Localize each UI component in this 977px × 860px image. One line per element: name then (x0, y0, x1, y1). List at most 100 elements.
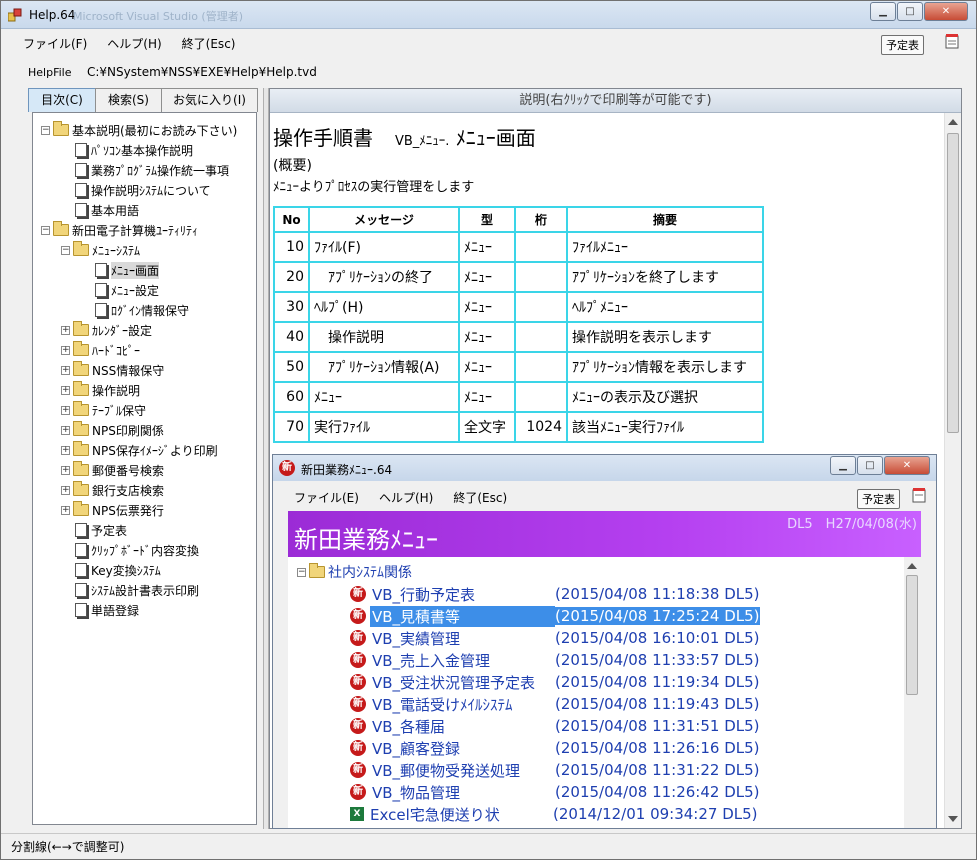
menu-help[interactable]: ヘルプ(H) (107, 35, 161, 52)
collapse-icon[interactable]: − (41, 225, 50, 235)
group-node[interactable]: − 社内ｼｽﾃﾑ関係 (297, 562, 412, 582)
tree-item[interactable]: + ﾊｰﾄﾞｺﾋﾟｰ (61, 341, 140, 359)
expand-icon[interactable]: + (61, 345, 70, 355)
expand-icon[interactable]: + (61, 465, 70, 475)
menu-list-item[interactable]: 新 VB_実績管理 (2015/04/08 16:10:01 DL5) (350, 628, 760, 648)
tree-item[interactable]: ﾛｸﾞｲﾝ情報保守 (95, 301, 189, 319)
tree-item[interactable]: ｼｽﾃﾑ設計書表示印刷 (75, 581, 199, 599)
menu-list-item[interactable]: 新 VB_見積書等 (2015/04/08 17:25:24 DL5) (350, 605, 760, 627)
expand-icon[interactable]: + (61, 325, 70, 335)
tree-item-label: 単語登録 (91, 603, 140, 618)
folder-icon (73, 381, 89, 396)
maximize-icon: □ (905, 6, 915, 17)
tree-item[interactable]: + 銀行支店検索 (61, 481, 164, 499)
menu-list-item[interactable]: 新 VB_各種届 (2015/04/08 11:31:51 DL5) (350, 716, 760, 736)
spec-row: 30 ﾍﾙﾌﾟ(H) ﾒﾆｭｰ ﾍﾙﾌﾟﾒﾆｭｰ (273, 291, 764, 323)
tree-item[interactable]: + NSS情報保守 (61, 361, 164, 379)
tree-item[interactable]: ﾊﾟｿｺﾝ基本操作説明 (75, 141, 193, 159)
scroll-up-icon[interactable] (907, 563, 917, 569)
menu-app-close-button[interactable]: ✕ (884, 456, 930, 475)
menu-list-scrollbar[interactable] (904, 557, 921, 828)
menu-file[interactable]: ファイル(F) (23, 35, 87, 52)
doc-title: 操作手順書 VB_ﾒﾆｭｰ. ﾒﾆｭｰ画面 (273, 122, 536, 151)
tree-item[interactable]: + ｶﾚﾝﾀﾞｰ設定 (61, 321, 152, 339)
document-icon (75, 523, 87, 537)
menu-list-item[interactable]: 新 VB_売上入金管理 (2015/04/08 11:33:57 DL5) (350, 650, 760, 670)
collapse-icon[interactable]: − (61, 245, 70, 255)
menu-app-file[interactable]: ファイル(E) (294, 489, 359, 506)
menu-app-maximize-button[interactable]: □ (857, 456, 883, 475)
menu-list-item[interactable]: 新 VB_顧客登録 (2015/04/08 11:26:16 DL5) (350, 738, 760, 758)
minimize-button[interactable]: ▁ (870, 2, 896, 21)
menu-list-scroll-thumb[interactable] (906, 575, 918, 695)
menu-app-schedule-button[interactable]: 予定表 (857, 489, 900, 509)
tab-favorites[interactable]: お気に入り(I) (161, 88, 258, 112)
expand-icon[interactable]: + (61, 485, 70, 495)
tree-item[interactable]: 単語登録 (75, 601, 139, 619)
menu-app-minimize-button[interactable]: ▁ (830, 456, 856, 475)
tree-item[interactable]: Key変換ｼｽﾃﾑ (75, 561, 161, 579)
tree-item[interactable]: + NPS保存ｲﾒｰｼﾞより印刷 (61, 441, 218, 459)
tree-item[interactable]: 基本用語 (75, 201, 139, 219)
close-button[interactable]: ✕ (924, 2, 968, 21)
menu-item-timestamp: (2015/04/08 17:25:24 DL5) (555, 607, 760, 625)
tree-item[interactable]: − 新田電子計算機ﾕｰﾃｨﾘﾃｨ (41, 221, 198, 239)
content-header: 説明(右ｸﾘｯｸで印刷等が可能です) (270, 89, 961, 113)
expand-icon[interactable]: + (61, 405, 70, 415)
tree-item[interactable]: + ﾃｰﾌﾞﾙ保守 (61, 401, 146, 419)
expand-icon[interactable]: + (61, 385, 70, 395)
tree-item-label: NPS伝票発行 (92, 503, 164, 518)
tree-item[interactable]: − ﾒﾆｭｰｼｽﾃﾑ (61, 241, 140, 259)
menu-list-item[interactable]: 新 VB_行動予定表 (2015/04/08 11:18:38 DL5) (350, 584, 760, 604)
tab-search[interactable]: 検索(S) (95, 88, 162, 112)
tree-item[interactable]: + 操作説明 (61, 381, 140, 399)
collapse-icon[interactable]: − (41, 125, 50, 135)
scroll-up-icon[interactable] (948, 119, 958, 125)
content-scrollbar[interactable] (944, 113, 961, 828)
expand-icon[interactable]: + (61, 505, 70, 515)
menu-list-item[interactable]: X Excel宅急便送り状 (2014/12/01 09:34:27 DL5) (350, 804, 758, 824)
tree-item[interactable]: + NPS伝票発行 (61, 501, 164, 519)
tree-item[interactable]: 業務ﾌﾟﾛｸﾞﾗﾑ操作統一事項 (75, 161, 229, 179)
content-scroll-thumb[interactable] (947, 133, 959, 433)
tree-item[interactable]: ﾒﾆｭｰ設定 (95, 281, 159, 299)
scroll-down-icon[interactable] (948, 816, 958, 822)
tree-item[interactable]: ｸﾘｯﾌﾟﾎﾞｰﾄﾞ内容変換 (75, 541, 199, 559)
shin-logo-icon: 新 (350, 762, 366, 778)
folder-icon (73, 501, 89, 516)
menu-list-item[interactable]: 新 VB_郵便物受発送処理 (2015/04/08 11:31:22 DL5) (350, 760, 760, 780)
maximize-button[interactable]: □ (897, 2, 923, 21)
menu-item-timestamp: (2015/04/08 11:33:57 DL5) (555, 651, 760, 669)
spec-cell: ﾒﾆｭｰ (458, 321, 516, 353)
notepad-icon[interactable] (944, 33, 960, 49)
expand-icon[interactable]: + (61, 425, 70, 435)
spec-cell: 10 (273, 231, 310, 263)
shin-logo-icon: 新 (279, 460, 295, 476)
menu-list-item[interactable]: 新 VB_電話受けﾒｲﾙｼｽﾃﾑ (2015/04/08 11:19:43 DL5) (350, 694, 760, 714)
tree-item[interactable]: + NPS印刷関係 (61, 421, 164, 439)
menu-exit[interactable]: 終了(Esc) (182, 35, 236, 52)
folder-icon (73, 361, 89, 376)
spec-cell: 30 (273, 291, 310, 323)
tree-item[interactable]: − 基本説明(最初にお読み下さい) (41, 121, 237, 139)
menu-list-item[interactable]: 新 VB_物品管理 (2015/04/08 11:26:42 DL5) (350, 782, 760, 802)
tree-item[interactable]: 予定表 (75, 521, 127, 539)
spec-cell: 操作説明 (308, 321, 460, 353)
document-icon (95, 283, 107, 297)
menu-list-item[interactable]: 新 VB_受注状況管理予定表 (2015/04/08 11:19:34 DL5) (350, 672, 760, 692)
schedule-button[interactable]: 予定表 (881, 35, 924, 55)
expand-icon[interactable]: + (61, 365, 70, 375)
expand-icon[interactable]: + (61, 445, 70, 455)
collapse-icon[interactable]: − (297, 567, 306, 577)
tree-item[interactable]: + 郵便番号検索 (61, 461, 164, 479)
menu-app-exit[interactable]: 終了(Esc) (453, 489, 507, 506)
tree-item-label: ﾃｰﾌﾞﾙ保守 (92, 403, 147, 418)
notepad-icon[interactable] (911, 487, 927, 503)
tree-item[interactable]: ﾒﾆｭｰ画面 (95, 261, 160, 279)
tab-contents[interactable]: 目次(C) (28, 88, 96, 112)
spec-cell (514, 231, 568, 263)
menu-app-help[interactable]: ヘルプ(H) (379, 489, 433, 506)
col-summary: 摘要 (566, 206, 764, 233)
tree-item[interactable]: 操作説明ｼｽﾃﾑについて (75, 181, 211, 199)
doc-title-screen: ﾒﾆｭｰ画面 (455, 126, 536, 150)
